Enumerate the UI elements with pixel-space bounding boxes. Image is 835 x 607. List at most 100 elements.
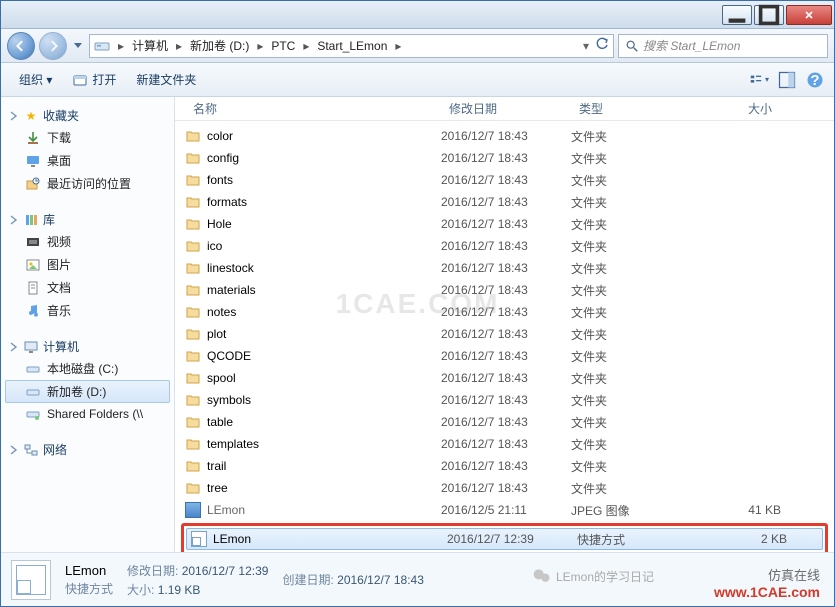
open-button[interactable]: 打开 (62, 67, 126, 92)
breadcrumb-seg[interactable]: PTC (267, 35, 299, 57)
table-row[interactable]: Hole2016/12/7 18:43文件夹 (181, 213, 828, 235)
sidebar-item-label: 桌面 (47, 152, 71, 169)
folder-icon (185, 348, 201, 364)
table-row[interactable]: spool2016/12/7 18:43文件夹 (181, 367, 828, 389)
col-date[interactable]: 修改日期 (441, 100, 571, 117)
breadcrumb-seg[interactable]: 计算机 (128, 35, 172, 57)
refresh-button[interactable] (595, 37, 609, 54)
breadcrumb[interactable]: ▸ 计算机 ▸ 新加卷 (D:) ▸ PTC ▸ Start_LEmon ▸ ▾ (89, 34, 614, 58)
toolbar: 组织 ▾ 打开 新建文件夹 ▾ ? (1, 63, 834, 97)
recent-icon (25, 176, 41, 192)
sidebar-item-label: 图片 (47, 256, 71, 273)
chevron-right-icon[interactable]: ▸ (114, 39, 128, 53)
table-row-selected[interactable]: LEmon2016/12/7 12:39快捷方式2 KB (186, 528, 823, 550)
sidebar-favorites-label: 收藏夹 (43, 107, 79, 124)
view-options-button[interactable]: ▾ (748, 69, 770, 91)
sidebar-computer-header[interactable]: 计算机 (5, 336, 170, 357)
folder-icon (185, 480, 201, 496)
file-date: 2016/12/7 12:39 (447, 532, 577, 546)
col-name[interactable]: 名称 (185, 100, 441, 117)
table-row[interactable]: plot2016/12/7 18:43文件夹 (181, 323, 828, 345)
table-row[interactable]: formats2016/12/7 18:43文件夹 (181, 191, 828, 213)
table-row[interactable]: LEmon2016/12/5 21:11JPEG 图像41 KB (181, 499, 828, 521)
table-row[interactable]: tree2016/12/7 18:43文件夹 (181, 477, 828, 499)
preview-pane-button[interactable] (776, 69, 798, 91)
table-row[interactable]: trail2016/12/7 18:43文件夹 (181, 455, 828, 477)
file-date: 2016/12/7 18:43 (441, 415, 571, 429)
file-type: 文件夹 (571, 150, 681, 167)
minimize-button[interactable] (722, 5, 752, 25)
forward-button[interactable] (39, 32, 67, 60)
table-row[interactable]: ico2016/12/7 18:43文件夹 (181, 235, 828, 257)
file-date: 2016/12/5 21:11 (441, 503, 571, 517)
file-type: 文件夹 (571, 436, 681, 453)
new-folder-button[interactable]: 新建文件夹 (126, 67, 206, 92)
col-type[interactable]: 类型 (571, 100, 681, 117)
file-date: 2016/12/7 18:43 (441, 129, 571, 143)
help-button[interactable]: ? (804, 69, 826, 91)
breadcrumb-dropdown[interactable]: ▾ (583, 39, 589, 53)
chevron-right-icon[interactable]: ▸ (299, 39, 313, 53)
file-type: 文件夹 (571, 414, 681, 431)
file-date: 2016/12/7 18:43 (441, 239, 571, 253)
sidebar-drive-c[interactable]: 本地磁盘 (C:) (5, 357, 170, 380)
chevron-right-icon[interactable]: ▸ (391, 39, 405, 53)
file-date: 2016/12/7 18:43 (441, 151, 571, 165)
file-date: 2016/12/7 18:43 (441, 217, 571, 231)
table-row[interactable]: table2016/12/7 18:43文件夹 (181, 411, 828, 433)
search-input[interactable]: 搜索 Start_LEmon (618, 34, 828, 58)
sidebar-network-header[interactable]: 网络 (5, 439, 170, 460)
sidebar-music[interactable]: 音乐 (5, 299, 170, 322)
breadcrumb-seg[interactable]: 新加卷 (D:) (186, 35, 253, 57)
sidebar-shared-folders[interactable]: Shared Folders (\\ (5, 403, 170, 425)
sidebar-downloads[interactable]: 下载 (5, 126, 170, 149)
open-label: 打开 (92, 71, 116, 88)
sidebar-desktop[interactable]: 桌面 (5, 149, 170, 172)
col-size[interactable]: 大小 (681, 100, 781, 117)
breadcrumb-seg[interactable]: Start_LEmon (313, 35, 391, 57)
table-row[interactable]: notes2016/12/7 18:43文件夹 (181, 301, 828, 323)
close-button[interactable] (786, 5, 832, 25)
document-icon (25, 280, 41, 296)
file-date: 2016/12/7 18:43 (441, 327, 571, 341)
chevron-right-icon[interactable]: ▸ (172, 39, 186, 53)
sidebar-favorites-header[interactable]: ★ 收藏夹 (5, 105, 170, 126)
table-row[interactable]: color2016/12/7 18:43文件夹 (181, 125, 828, 147)
file-name: ico (207, 239, 222, 253)
table-row[interactable]: templates2016/12/7 18:43文件夹 (181, 433, 828, 455)
file-type: 文件夹 (571, 392, 681, 409)
table-row[interactable]: fonts2016/12/7 18:43文件夹 (181, 169, 828, 191)
sidebar-item-label: 最近访问的位置 (47, 175, 131, 192)
details-mod-value: 2016/12/7 12:39 (182, 564, 269, 578)
sidebar-libraries-header[interactable]: 库 (5, 209, 170, 230)
file-name: spool (207, 371, 236, 385)
file-date: 2016/12/7 18:43 (441, 349, 571, 363)
sidebar-documents[interactable]: 文档 (5, 276, 170, 299)
titlebar (1, 1, 834, 29)
file-type: 文件夹 (571, 172, 681, 189)
file-size: 2 KB (687, 532, 787, 546)
sidebar-network-label: 网络 (43, 441, 67, 458)
history-dropdown[interactable] (71, 34, 85, 58)
folder-icon (185, 414, 201, 430)
sidebar-pictures[interactable]: 图片 (5, 253, 170, 276)
folder-icon (185, 304, 201, 320)
folder-icon (185, 458, 201, 474)
file-date: 2016/12/7 18:43 (441, 459, 571, 473)
chevron-right-icon[interactable]: ▸ (253, 39, 267, 53)
maximize-button[interactable] (754, 5, 784, 25)
sidebar-recent[interactable]: 最近访问的位置 (5, 172, 170, 195)
organize-button[interactable]: 组织 ▾ (9, 67, 62, 92)
file-list[interactable]: color2016/12/7 18:43文件夹config2016/12/7 1… (175, 121, 834, 552)
back-button[interactable] (7, 32, 35, 60)
file-name: formats (207, 195, 247, 209)
table-row[interactable]: QCODE2016/12/7 18:43文件夹 (181, 345, 828, 367)
table-row[interactable]: materials2016/12/7 18:43文件夹 (181, 279, 828, 301)
file-date: 2016/12/7 18:43 (441, 393, 571, 407)
desktop-icon (25, 153, 41, 169)
table-row[interactable]: config2016/12/7 18:43文件夹 (181, 147, 828, 169)
table-row[interactable]: linestock2016/12/7 18:43文件夹 (181, 257, 828, 279)
table-row[interactable]: symbols2016/12/7 18:43文件夹 (181, 389, 828, 411)
sidebar-videos[interactable]: 视频 (5, 230, 170, 253)
sidebar-drive-d[interactable]: 新加卷 (D:) (5, 380, 170, 403)
